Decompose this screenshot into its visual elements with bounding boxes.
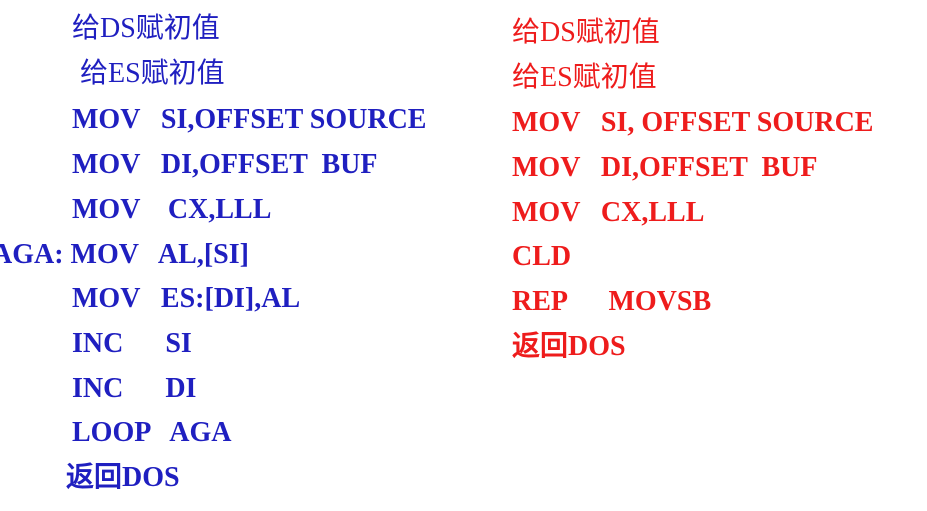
left-line-return-dos: 返回DOS <box>66 462 180 493</box>
right-line-cld: CLD <box>512 241 572 272</box>
left-line-init-ds: 给DS赋初值 <box>72 13 220 44</box>
left-line-loop-aga: LOOP AGA <box>72 417 232 448</box>
right-line-init-es: 给ES赋初值 <box>512 62 657 93</box>
left-line-inc-di: INC DI <box>72 373 197 404</box>
left-line-mov-di: MOV DI,OFFSET BUF <box>72 149 378 180</box>
left-line-init-es: 给ES赋初值 <box>80 58 225 89</box>
left-line-mov-cx: MOV CX,LLL <box>72 194 272 225</box>
right-line-mov-di: MOV DI,OFFSET BUF <box>512 152 818 183</box>
left-line-mov-si: MOV SI,OFFSET SOURCE <box>72 104 427 135</box>
right-line-return-dos: 返回DOS <box>512 331 626 362</box>
left-line-mov-es-di: MOV ES:[DI],AL <box>72 283 301 314</box>
right-line-mov-si: MOV SI, OFFSET SOURCE <box>512 107 874 138</box>
left-line-aga-mov-al: AGA: MOV AL,[SI] <box>0 239 249 270</box>
right-line-init-ds: 给DS赋初值 <box>512 17 660 48</box>
right-line-rep-movsb: REP MOVSB <box>512 286 712 317</box>
right-line-mov-cx: MOV CX,LLL <box>512 197 705 228</box>
left-line-inc-si: INC SI <box>72 328 192 359</box>
